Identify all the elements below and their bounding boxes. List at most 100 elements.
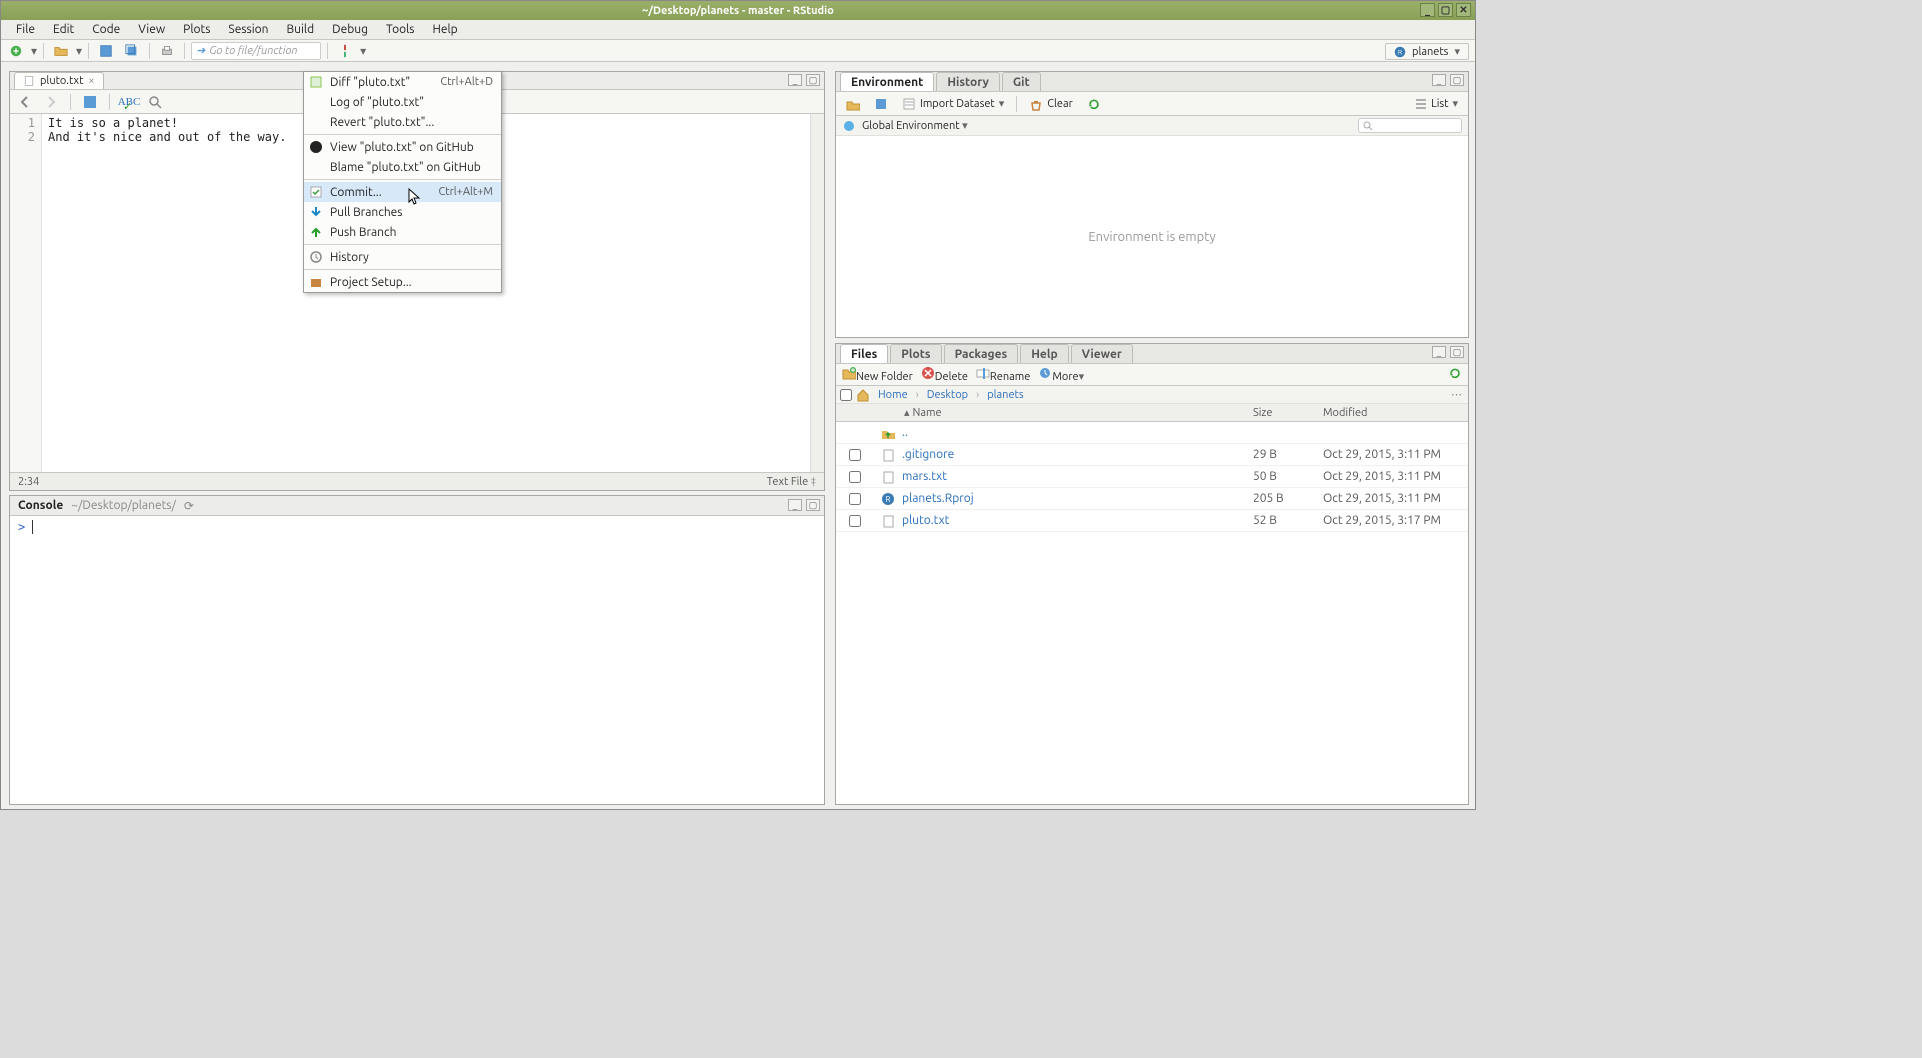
- menu-push[interactable]: Push Branch: [304, 222, 501, 242]
- env-search-input[interactable]: [1358, 118, 1462, 133]
- scope-selector[interactable]: Global Environment ▾: [862, 119, 968, 132]
- tab-files[interactable]: Files: [840, 344, 888, 363]
- file-row[interactable]: .gitignore 29 B Oct 29, 2015, 3:11 PM: [836, 444, 1468, 466]
- project-selector[interactable]: R planets ▾: [1385, 43, 1469, 60]
- tab-packages[interactable]: Packages: [944, 344, 1019, 363]
- breadcrumb-planets[interactable]: planets: [983, 389, 1027, 401]
- tab-environment[interactable]: Environment: [840, 72, 934, 91]
- git-toolbar-button[interactable]: [334, 42, 356, 60]
- console-body[interactable]: >: [10, 516, 824, 538]
- console-clear-icon[interactable]: ⟳: [184, 499, 194, 513]
- tab-plots[interactable]: Plots: [890, 344, 941, 363]
- file-checkbox[interactable]: [849, 493, 861, 505]
- forward-icon[interactable]: [42, 93, 60, 111]
- line-gutter: 12: [10, 114, 42, 472]
- mouse-cursor-icon: [408, 188, 422, 206]
- history-icon: [308, 249, 324, 265]
- menu-revert[interactable]: Revert "pluto.txt"...: [304, 112, 501, 132]
- editor-tab-pluto[interactable]: pluto.txt ×: [14, 72, 104, 89]
- close-tab-icon[interactable]: ×: [88, 75, 94, 87]
- env-maximize-icon[interactable]: ▢: [1450, 74, 1464, 86]
- pane-maximize-icon[interactable]: ▢: [806, 74, 820, 86]
- breadcrumb-more-icon[interactable]: ⋯: [1451, 388, 1462, 401]
- files-refresh-button[interactable]: [1448, 366, 1462, 383]
- back-icon[interactable]: [16, 93, 34, 111]
- menu-debug[interactable]: Debug: [323, 21, 377, 38]
- save-all-button[interactable]: [121, 42, 143, 60]
- editor-scrollbar[interactable]: [810, 114, 824, 472]
- menu-help[interactable]: Help: [423, 21, 466, 38]
- maximize-button[interactable]: ▢: [1438, 3, 1453, 17]
- pane-minimize-icon[interactable]: _: [788, 74, 802, 86]
- file-checkbox[interactable]: [849, 471, 861, 483]
- menu-code[interactable]: Code: [83, 21, 129, 38]
- file-icon: [881, 514, 895, 528]
- menu-file[interactable]: File: [7, 21, 44, 38]
- file-row[interactable]: mars.txt 50 B Oct 29, 2015, 3:11 PM: [836, 466, 1468, 488]
- globe-icon: [842, 119, 856, 133]
- tab-viewer[interactable]: Viewer: [1071, 344, 1133, 363]
- files-minimize-icon[interactable]: _: [1432, 346, 1446, 358]
- save-button[interactable]: [95, 42, 117, 60]
- save-workspace-button[interactable]: [870, 95, 892, 113]
- menu-project-setup[interactable]: Project Setup...: [304, 272, 501, 292]
- menubar: File Edit Code View Plots Session Build …: [1, 20, 1475, 40]
- load-workspace-button[interactable]: [842, 95, 864, 113]
- file-checkbox[interactable]: [849, 449, 861, 461]
- clear-button[interactable]: Clear: [1025, 95, 1077, 113]
- tab-git[interactable]: Git: [1002, 72, 1041, 91]
- console-maximize-icon[interactable]: ▢: [806, 499, 820, 511]
- file-checkbox[interactable]: [849, 515, 861, 527]
- console-pane: Console ~/Desktop/planets/ ⟳ _ ▢ >: [9, 495, 825, 805]
- delete-button[interactable]: Delete: [921, 366, 968, 383]
- console-title: Console: [18, 499, 63, 512]
- close-button[interactable]: ✕: [1456, 3, 1471, 17]
- menu-session[interactable]: Session: [219, 21, 277, 38]
- new-folder-button[interactable]: New Folder: [842, 366, 913, 383]
- spellcheck-icon[interactable]: ABC✓: [120, 93, 138, 111]
- sort-asc-icon[interactable]: ▴: [904, 406, 910, 419]
- env-minimize-icon[interactable]: _: [1432, 74, 1446, 86]
- print-button[interactable]: [156, 42, 178, 60]
- select-all-checkbox[interactable]: [840, 389, 852, 401]
- env-toolbar: Import Dataset▾ Clear List▾: [836, 92, 1468, 116]
- new-file-button[interactable]: [5, 42, 27, 60]
- env-empty-message: Environment is empty: [836, 136, 1468, 337]
- import-dataset-button[interactable]: Import Dataset▾: [898, 95, 1008, 113]
- titlebar: ~/Desktop/planets - master - RStudio _ ▢…: [1, 1, 1475, 20]
- minimize-button[interactable]: _: [1420, 3, 1435, 17]
- menu-plots[interactable]: Plots: [174, 21, 219, 38]
- menu-edit[interactable]: Edit: [44, 21, 83, 38]
- tab-history[interactable]: History: [936, 72, 1000, 91]
- open-file-button[interactable]: [50, 42, 72, 60]
- more-button[interactable]: More▾: [1038, 366, 1084, 383]
- find-icon[interactable]: [146, 93, 164, 111]
- files-maximize-icon[interactable]: ▢: [1450, 346, 1464, 358]
- menu-commit[interactable]: Commit...Ctrl+Alt+M: [304, 182, 501, 202]
- file-row[interactable]: pluto.txt 52 B Oct 29, 2015, 3:17 PM: [836, 510, 1468, 532]
- breadcrumb-home[interactable]: Home: [874, 389, 912, 401]
- menu-pull[interactable]: Pull Branches: [304, 202, 501, 222]
- menu-view-github[interactable]: View "pluto.txt" on GitHub: [304, 137, 501, 157]
- home-icon[interactable]: [856, 388, 870, 402]
- menu-view[interactable]: View: [129, 21, 174, 38]
- console-minimize-icon[interactable]: _: [788, 499, 802, 511]
- menu-tools[interactable]: Tools: [377, 21, 424, 38]
- breadcrumb-desktop[interactable]: Desktop: [923, 389, 972, 401]
- tab-help[interactable]: Help: [1020, 344, 1068, 363]
- rename-button[interactable]: Rename: [976, 366, 1030, 383]
- file-row[interactable]: R planets.Rproj 205 B Oct 29, 2015, 3:11…: [836, 488, 1468, 510]
- parent-dir-row[interactable]: ..: [836, 422, 1468, 444]
- menu-log[interactable]: Log of "pluto.txt": [304, 92, 501, 112]
- menu-build[interactable]: Build: [278, 21, 324, 38]
- goto-file-function-input[interactable]: ➔ Go to file/function: [191, 42, 321, 60]
- goto-arrow-icon: ➔: [196, 44, 205, 57]
- refresh-button[interactable]: [1083, 95, 1105, 113]
- save-icon[interactable]: [81, 93, 99, 111]
- menu-diff[interactable]: Diff "pluto.txt"Ctrl+Alt+D: [304, 72, 501, 92]
- cursor-position: 2:34: [18, 476, 39, 488]
- editor-statusbar: 2:34 Text File ‡: [10, 472, 824, 490]
- list-view-button[interactable]: List▾: [1411, 95, 1462, 112]
- menu-history[interactable]: History: [304, 247, 501, 267]
- menu-blame-github[interactable]: Blame "pluto.txt" on GitHub: [304, 157, 501, 177]
